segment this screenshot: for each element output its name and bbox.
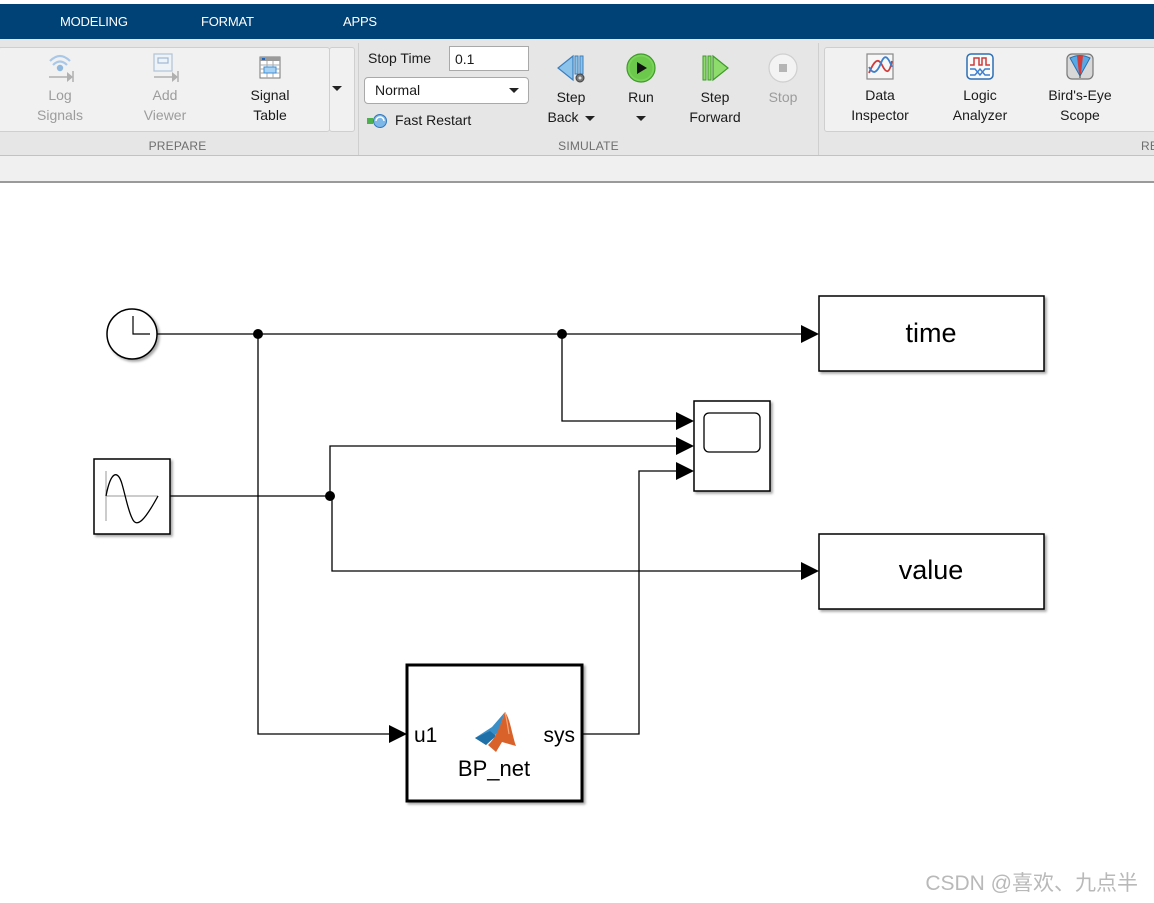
simulation-mode-select[interactable]: Normal — [364, 77, 529, 104]
clock-block[interactable] — [106, 308, 158, 360]
add-viewer-button[interactable]: Add Viewer — [125, 51, 205, 125]
chevron-down-icon — [636, 115, 646, 121]
branch-point — [253, 329, 263, 339]
stop-button[interactable]: Stop — [743, 53, 823, 107]
tab-modeling[interactable]: MODELING — [60, 4, 128, 39]
arrowhead — [676, 437, 694, 455]
data-inspector-icon — [866, 53, 894, 80]
birds-eye-scope-label-2: Scope — [1060, 107, 1100, 123]
arrowhead — [801, 562, 819, 580]
fast-restart-icon — [367, 114, 387, 128]
logic-analyzer-icon — [966, 53, 994, 80]
birds-eye-scope-label-1: Bird's-Eye — [1048, 87, 1112, 103]
signal-table-label-2: Table — [253, 107, 287, 123]
stop-label: Stop — [768, 89, 798, 105]
bp-net-input-port-label: u1 — [414, 724, 437, 747]
arrowhead — [801, 325, 819, 343]
arrowhead — [389, 725, 407, 743]
tab-format[interactable]: FORMAT — [201, 4, 254, 39]
time-to-workspace-block[interactable]: time — [818, 295, 1045, 372]
step-back-button[interactable]: Step Back — [531, 53, 611, 127]
data-inspector-label-2: Inspector — [851, 107, 909, 123]
watermark: CSDN @喜欢、九点半 — [925, 872, 1138, 895]
bp-net-name: BP_net — [458, 756, 530, 781]
birds-eye-scope-icon — [1066, 53, 1094, 80]
step-forward-icon — [702, 54, 729, 82]
stop-time-input[interactable] — [449, 46, 529, 71]
stop-icon — [768, 53, 798, 83]
chevron-down-icon — [584, 115, 595, 121]
value-block-label: value — [899, 555, 964, 585]
logic-analyzer-button[interactable]: Logic Analyzer — [940, 51, 1020, 125]
run-label: Run — [628, 89, 654, 105]
prepare-section: Log Signals Add Viewer Signal Table PREP… — [0, 39, 358, 155]
step-forward-label-2: Forward — [689, 109, 741, 125]
time-block-label: time — [905, 318, 956, 348]
add-viewer-label-2: Viewer — [143, 107, 187, 123]
review-section: Data Inspector Logic Analyzer Bird's-Eye… — [819, 39, 1154, 155]
signal-table-icon — [259, 56, 281, 79]
chevron-down-icon — [509, 88, 519, 93]
step-back-label-2: Back — [547, 109, 579, 125]
log-signals-icon — [49, 54, 74, 82]
step-back-label-1: Step — [556, 89, 586, 105]
bp-net-function-block[interactable]: u1 sys BP_net — [405, 663, 584, 803]
address-bar-strip — [0, 156, 1154, 183]
signal-table-button[interactable]: Signal Table — [230, 51, 310, 125]
simulate-section: Stop Time Normal Fast Restart Step Bac — [359, 39, 818, 155]
birds-eye-scope-button[interactable]: Bird's-Eye Scope — [1040, 51, 1120, 125]
scope-block[interactable] — [693, 400, 771, 492]
value-to-workspace-block[interactable]: value — [818, 533, 1045, 610]
logic-analyzer-label-2: Analyzer — [952, 107, 1008, 123]
data-inspector-label-1: Data — [865, 87, 895, 103]
prepare-gallery-expand-button[interactable] — [329, 47, 355, 132]
add-viewer-label-1: Add — [152, 87, 178, 103]
log-signals-label-1: Log — [48, 87, 72, 103]
signal-table-label-1: Signal — [250, 87, 290, 103]
arrowhead — [676, 462, 694, 480]
toolstrip-ribbon: Log Signals Add Viewer Signal Table PREP… — [0, 39, 1154, 156]
log-signals-label-2: Signals — [37, 107, 83, 123]
add-viewer-icon — [153, 53, 179, 82]
stop-time-label: Stop Time — [368, 50, 432, 66]
sine-wave-block[interactable] — [93, 458, 171, 535]
signal-line-bpnet-to-scope[interactable] — [583, 470, 676, 735]
scope-screen-icon — [703, 412, 761, 453]
signal-line-sine-to-scope[interactable] — [329, 445, 676, 496]
run-icon — [626, 53, 656, 83]
run-button[interactable]: Run — [601, 53, 681, 127]
review-section-title: RE — [1141, 139, 1154, 153]
log-signals-button[interactable]: Log Signals — [20, 51, 100, 125]
data-inspector-button[interactable]: Data Inspector — [840, 51, 920, 125]
bp-net-output-port-label: sys — [544, 724, 576, 747]
toolstrip-tab-bar: MODELING FORMAT APPS — [0, 4, 1154, 39]
step-back-icon — [557, 54, 585, 83]
fast-restart-label: Fast Restart — [395, 112, 472, 128]
branch-point — [325, 491, 335, 501]
arrowhead — [676, 412, 694, 430]
logic-analyzer-label-1: Logic — [963, 87, 997, 103]
tab-apps[interactable]: APPS — [343, 4, 377, 39]
signal-line-sine-to-value[interactable] — [330, 495, 801, 572]
simulate-section-title: SIMULATE — [558, 139, 619, 153]
simulation-mode-value: Normal — [375, 82, 421, 98]
signal-line-clock-to-bpnet[interactable] — [257, 334, 389, 735]
branch-point — [557, 329, 567, 339]
prepare-section-title: PREPARE — [148, 139, 207, 153]
chevron-down-icon — [332, 86, 342, 91]
signal-line-clock-to-scope[interactable] — [561, 334, 676, 422]
model-canvas[interactable]: time value u1 sys BP_net — [0, 183, 1154, 903]
